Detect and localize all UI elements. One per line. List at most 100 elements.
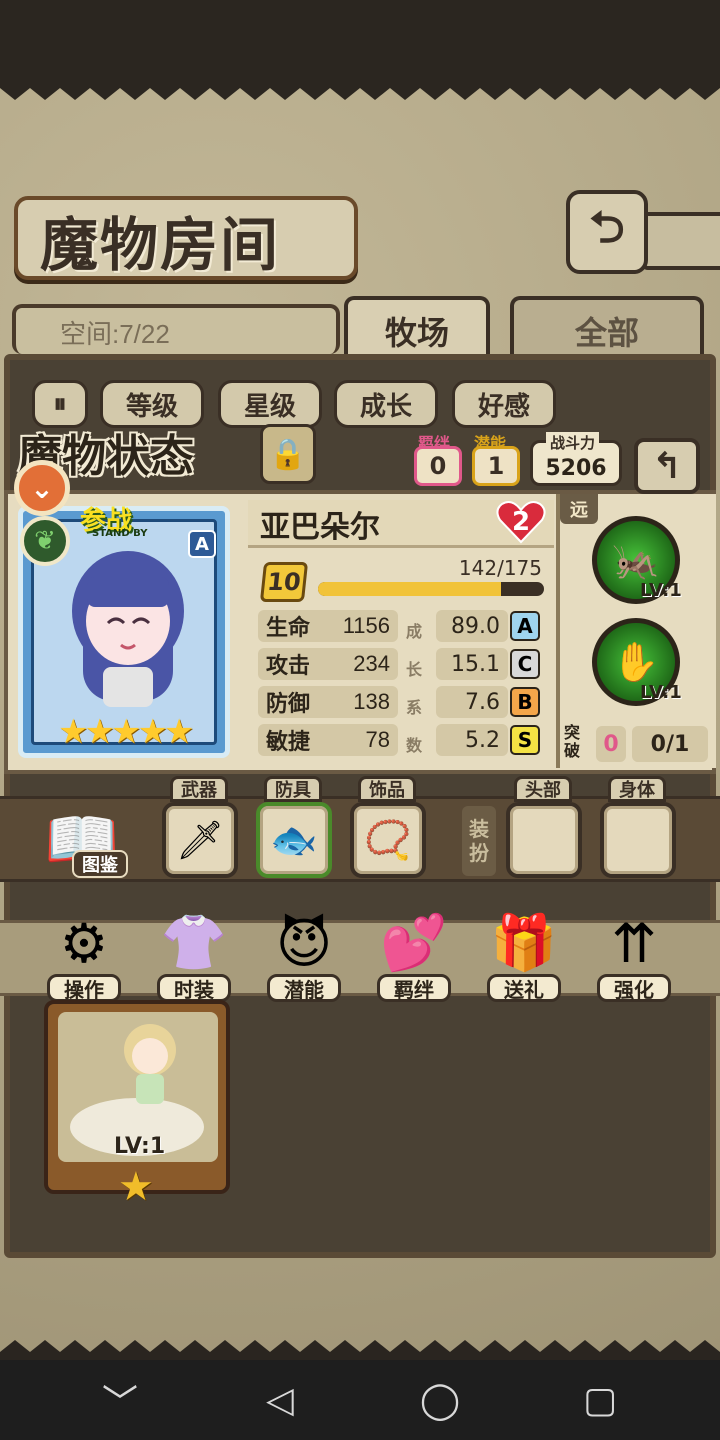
growth-char-2: 长	[406, 660, 423, 679]
grade-agi: S	[510, 725, 540, 755]
grade-atk: C	[510, 649, 540, 679]
weapon-slot-label: 武器	[170, 776, 228, 802]
stat-agi-label: 敏捷	[266, 729, 311, 755]
list-card-level: LV:1	[114, 1134, 166, 1159]
growth-agi: 5.2	[436, 724, 508, 756]
weapon-slot[interactable]: 🗡	[162, 802, 238, 878]
stat-agi-value: 78	[365, 727, 390, 752]
back-button[interactable]: ⮌	[566, 190, 648, 274]
nav-collapse-icon[interactable]: ﹀	[80, 1374, 160, 1426]
list-card-star: ★	[118, 1164, 154, 1210]
exp-bar-fill	[318, 582, 502, 596]
nav-home-icon[interactable]: ◯	[400, 1380, 480, 1421]
grade-def: B	[510, 687, 540, 717]
weapon-icon: 🗡	[175, 817, 225, 862]
filter-star-label: 星级	[243, 391, 296, 422]
break-label: 突破	[564, 723, 581, 760]
action-gift-button[interactable]: 🎁 送礼	[482, 906, 566, 1010]
level-badge: 10	[259, 562, 309, 602]
nav-recents-icon[interactable]: ▢	[560, 1380, 640, 1421]
stat-def-label: 防御	[266, 691, 311, 717]
return-arrow-icon: ↰	[651, 445, 683, 487]
heart-icon: 2	[494, 498, 548, 546]
growth-char-1: 成	[406, 622, 423, 641]
action-potential-label: 潜能	[267, 974, 341, 1002]
growth-def: 7.6	[436, 686, 508, 718]
demon-icon: 😈	[275, 911, 333, 975]
filter-favor-label: 好感	[477, 391, 530, 422]
rank-badge: A	[188, 530, 216, 558]
tab-all[interactable]: 全部	[510, 296, 704, 362]
stat-hp-label: 生命	[266, 615, 311, 641]
filter-growth-button[interactable]: 成长	[334, 380, 438, 428]
growth-atk: 15.1	[436, 648, 508, 680]
page-title: 魔物房间	[40, 211, 281, 279]
action-bond-button[interactable]: 💕 羁绊	[372, 906, 456, 1010]
body-slot[interactable]	[600, 802, 676, 878]
clothes-icon: 👚	[160, 911, 228, 974]
encyclopedia-label: 图鉴	[72, 850, 128, 878]
nav-back-icon[interactable]: ◁	[240, 1380, 320, 1421]
stat-agi: 敏捷 78	[258, 724, 398, 756]
growth-char-4: 数	[406, 736, 423, 755]
exp-text: 142/175	[458, 556, 542, 580]
filter-star-button[interactable]: 星级	[218, 380, 322, 428]
accessory-slot-label: 饰品	[358, 776, 416, 802]
skill-1-level: LV:1	[640, 580, 682, 601]
bond-value: 0	[414, 446, 462, 486]
action-operate-button[interactable]: ⚙ 操作	[42, 906, 126, 1010]
action-gift-label: 送礼	[487, 974, 561, 1002]
armor-slot-label: 防具	[264, 776, 322, 802]
skill-2-level: LV:1	[640, 682, 682, 703]
stat-hp-value: 1156	[342, 613, 390, 638]
skill-2-icon: ✋	[612, 639, 660, 684]
bottom-zigzag-border	[0, 1340, 720, 1360]
monster-portrait	[72, 551, 184, 707]
dress-char-1: 装	[469, 817, 489, 841]
return-button[interactable]: ↰	[634, 438, 700, 494]
heart-value: 2	[511, 507, 531, 537]
tab-ranch-label: 牧场	[384, 314, 449, 352]
system-navbar: ﹀ ◁ ◯ ▢	[0, 1360, 720, 1440]
break-progress: 0/1	[632, 726, 708, 762]
monster-name: 亚巴朵尔	[260, 510, 380, 545]
body-slot-label: 身体	[608, 776, 666, 802]
action-enhance-button[interactable]: ⇈ 强化	[592, 906, 676, 1010]
action-fashion-button[interactable]: 👚 时装	[152, 906, 236, 1010]
tab-all-label: 全部	[574, 314, 639, 352]
growth-hp: 89.0	[436, 610, 508, 642]
armor-icon: 🐟	[270, 817, 318, 862]
exp-bar	[318, 582, 544, 596]
lock-button[interactable]: 🔒	[260, 424, 316, 484]
list-monster-portrait	[124, 1024, 176, 1104]
accessory-slot[interactable]: 📿	[350, 802, 426, 878]
grade-hp: A	[510, 611, 540, 641]
status-bar-area	[0, 0, 720, 80]
dress-char-2: 扮	[469, 841, 489, 865]
top-zigzag-border	[0, 80, 720, 100]
stat-atk-label: 攻击	[266, 653, 311, 679]
stat-hp: 生命 1156	[258, 610, 398, 642]
sort-toggle-icon: ⏸	[53, 388, 67, 419]
break-value: 0	[596, 726, 626, 762]
action-potential-button[interactable]: 😈 潜能	[262, 906, 346, 1010]
stat-atk: 攻击 234	[258, 648, 398, 680]
power-value: 5206	[545, 456, 607, 481]
back-button-tail	[640, 212, 720, 270]
gear-icon: ⚙	[59, 911, 109, 975]
standby-sublabel: STAND BY	[92, 528, 148, 539]
tab-ranch[interactable]: 牧场	[344, 296, 490, 362]
filter-level-label: 等级	[125, 391, 178, 422]
growth-char-3: 系	[406, 698, 423, 717]
action-bond-label: 羁绊	[377, 974, 451, 1002]
skill-1-icon: 🦗	[612, 537, 660, 582]
action-operate-label: 操作	[47, 974, 121, 1002]
filter-growth-label: 成长	[359, 391, 412, 422]
head-slot[interactable]	[506, 802, 582, 878]
filter-favor-button[interactable]: 好感	[452, 380, 556, 428]
armor-slot[interactable]: 🐟	[256, 802, 332, 878]
head-slot-label: 头部	[514, 776, 572, 802]
lock-icon: 🔒	[269, 436, 307, 472]
dress-up-label: 装 扮	[462, 806, 496, 876]
stat-def: 防御 138	[258, 686, 398, 718]
